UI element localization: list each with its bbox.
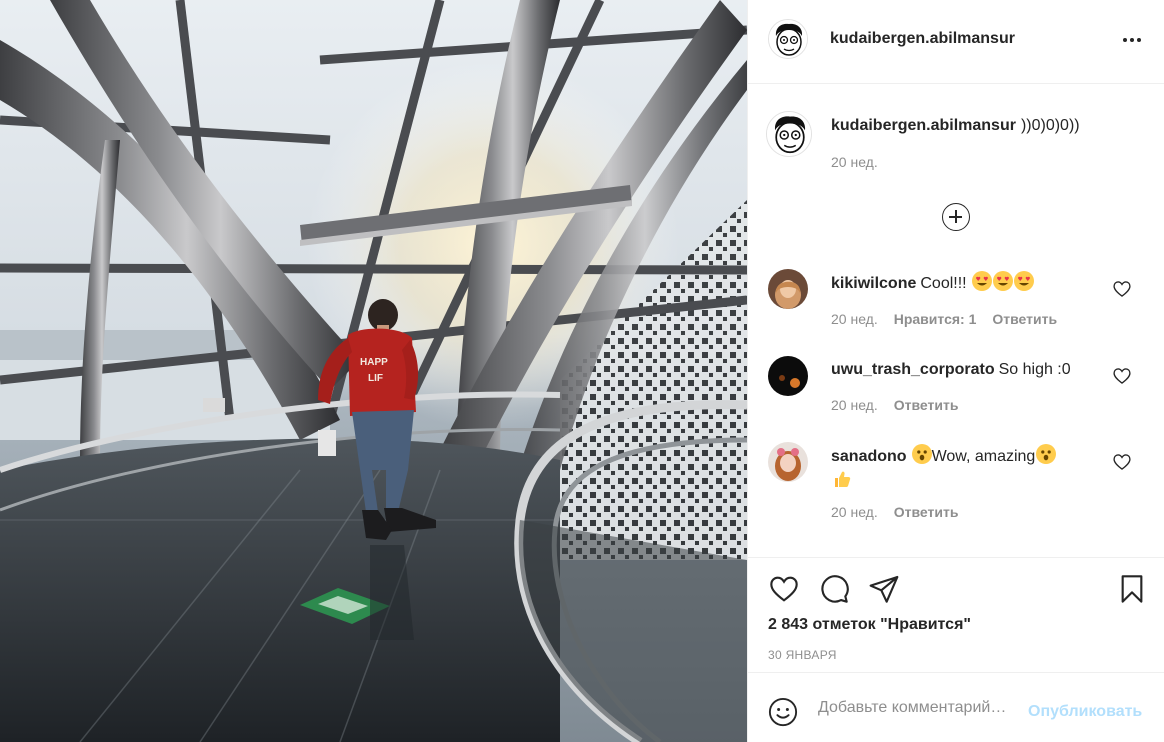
caption-username[interactable]: kudaibergen.abilmansur <box>831 117 1016 134</box>
post-photo-drawing: HAPP LIF <box>0 0 747 742</box>
user-photo-avatar-icon <box>768 269 808 309</box>
comment-meta: 20 нед. Ответить <box>831 504 974 520</box>
post-photo[interactable]: HAPP LIF <box>0 0 747 742</box>
comment-text: uwu_trash_corporato So high :0 <box>831 358 1106 382</box>
comment-icon[interactable] <box>818 573 850 605</box>
commenter-username[interactable]: kikiwilcone <box>831 275 916 292</box>
author-avatar[interactable] <box>768 19 808 59</box>
smile-icon[interactable] <box>768 697 798 727</box>
post-comment-button[interactable]: Опубликовать <box>1028 703 1142 721</box>
cartoon-face-avatar-icon <box>769 20 807 58</box>
heart-icon[interactable] <box>768 573 800 605</box>
comment-time[interactable]: 20 нед. <box>831 311 878 327</box>
comment-input[interactable] <box>818 699 1028 717</box>
heart-icon[interactable] <box>1112 366 1132 386</box>
cartoon-face-avatar-icon <box>767 112 811 156</box>
comment-likes[interactable]: Нравится: 1 <box>894 311 977 327</box>
commenter-avatar[interactable] <box>768 356 808 396</box>
plus-circle-icon[interactable] <box>942 203 970 231</box>
post-actions: 2 843 отметок "Нравится" 30 ЯНВАРЯ <box>748 557 1164 672</box>
heart-eyes-emoji-icon <box>993 271 1014 291</box>
commenter-username[interactable]: sanadono <box>831 448 907 465</box>
reply-button[interactable]: Ответить <box>894 504 959 520</box>
caption-time[interactable]: 20 нед. <box>831 154 878 170</box>
astonished-emoji-icon <box>911 444 932 464</box>
astonished-emoji-icon <box>1036 444 1057 464</box>
caption-text: kudaibergen.abilmansur))0)0)0)) <box>831 117 1080 135</box>
add-comment-bar: Опубликовать <box>748 672 1164 742</box>
svg-text:LIF: LIF <box>368 373 383 384</box>
post-side-panel: kudaibergen.abilmansur kudaibergen.abilm… <box>747 0 1164 742</box>
user-photo-avatar-icon <box>768 442 808 482</box>
post-date[interactable]: 30 ЯНВАРЯ <box>768 648 837 662</box>
commenter-username[interactable]: uwu_trash_corporato <box>831 361 995 378</box>
heart-icon[interactable] <box>1112 279 1132 299</box>
commenter-avatar[interactable] <box>768 269 808 309</box>
comment-body: So high :0 <box>998 361 1071 378</box>
reply-button[interactable]: Ответить <box>894 397 959 413</box>
caption-body: ))0)0)0)) <box>1020 117 1080 134</box>
heart-icon[interactable] <box>1112 452 1132 472</box>
user-photo-avatar-icon <box>768 356 808 396</box>
comment-meta: 20 нед. Нравится: 1 Ответить <box>831 311 1073 327</box>
thumbs-up-emoji-icon <box>832 469 852 489</box>
svg-text:HAPP: HAPP <box>360 357 388 368</box>
post-header: kudaibergen.abilmansur <box>748 0 1164 84</box>
reply-button[interactable]: Ответить <box>992 311 1057 327</box>
comment-text: kikiwilcone Cool!!! <box>831 271 1106 296</box>
commenter-avatar[interactable] <box>768 442 808 482</box>
paper-plane-icon[interactable] <box>868 573 900 605</box>
comment-body: Wow, amazing <box>931 448 1036 465</box>
comment-time[interactable]: 20 нед. <box>831 397 878 413</box>
author-username[interactable]: kudaibergen.abilmansur <box>830 30 1015 48</box>
comment-body: Cool!!! <box>920 275 967 292</box>
bookmark-icon[interactable] <box>1116 573 1148 605</box>
comment-meta: 20 нед. Ответить <box>831 397 974 413</box>
likes-count[interactable]: 2 843 отметок "Нравится" <box>768 616 971 634</box>
caption-avatar[interactable] <box>766 111 812 157</box>
comments-list[interactable]: kudaibergen.abilmansur))0)0)0)) 20 нед. … <box>748 85 1164 557</box>
heart-eyes-emoji-icon <box>972 271 993 291</box>
heart-eyes-emoji-icon <box>1014 271 1035 291</box>
more-horizontal-icon[interactable] <box>1119 28 1145 52</box>
comment-time[interactable]: 20 нед. <box>831 504 878 520</box>
comment-text: sanadono Wow, amazing <box>831 444 1106 494</box>
